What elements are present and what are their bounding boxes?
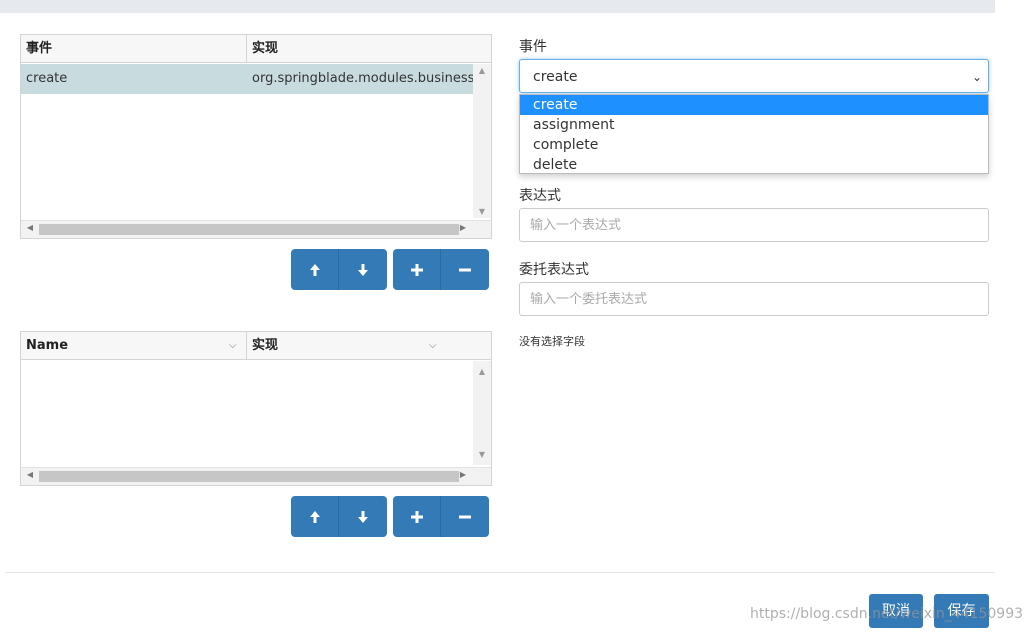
minus-icon [459, 268, 471, 271]
horizontal-scrollbar[interactable]: ◀ ▶ [21, 467, 491, 485]
scroll-up-icon[interactable]: ▲ [473, 367, 491, 376]
dropdown-option-delete[interactable]: delete [520, 155, 988, 175]
move-up-button[interactable] [291, 496, 339, 537]
events-grid-header: 事件 实现 [21, 35, 491, 63]
arrow-down-icon [358, 510, 368, 523]
cancel-button[interactable]: 取消 [869, 594, 923, 628]
scrollbar-thumb[interactable] [39, 471, 459, 482]
move-up-button[interactable] [291, 249, 339, 290]
fields-col-name-label: Name [26, 338, 69, 353]
fields-grid: Name ⌵ 实现 ⌵ ▲ ▼ ◀ ▶ [20, 331, 492, 486]
arrow-up-icon [309, 510, 320, 523]
fields-move-buttons [291, 496, 387, 537]
fields-col-implementation[interactable]: 实现 ⌵ [247, 332, 492, 359]
scroll-down-icon[interactable]: ▼ [473, 450, 491, 459]
event-dropdown-list: create assignment complete delete [519, 94, 989, 174]
no-field-selected-text: 没有选择字段 [519, 335, 585, 348]
arrow-up-icon [309, 263, 320, 276]
minus-icon [459, 515, 471, 518]
save-button[interactable]: 保存 [934, 594, 989, 628]
events-col-event[interactable]: 事件 [21, 35, 247, 62]
top-bar [0, 0, 995, 13]
chevron-down-icon: ⌄ [971, 70, 982, 84]
scroll-right-icon[interactable]: ▶ [454, 223, 472, 232]
event-select[interactable]: create ⌄ [519, 59, 989, 93]
dropdown-option-assignment[interactable]: assignment [520, 115, 988, 135]
fields-grid-header: Name ⌵ 实现 ⌵ [21, 332, 491, 360]
plus-icon [410, 263, 423, 276]
event-cell: create [26, 71, 68, 86]
event-label: 事件 [519, 39, 547, 55]
arrow-down-icon [358, 263, 368, 276]
table-row[interactable]: create org.springblade.modules.business.… [21, 64, 473, 94]
vertical-scrollbar[interactable]: ▲ ▼ [473, 361, 491, 465]
move-down-button[interactable] [339, 249, 387, 290]
move-down-button[interactable] [339, 496, 387, 537]
implementation-cell: org.springblade.modules.business.l... [252, 71, 473, 86]
expression-input[interactable] [519, 208, 989, 242]
delegate-expression-input[interactable] [519, 282, 989, 316]
fields-col-implementation-label: 实现 [252, 338, 279, 353]
fields-col-name[interactable]: Name ⌵ [21, 332, 247, 359]
events-edit-buttons [393, 249, 489, 290]
events-move-buttons [291, 249, 387, 290]
add-button[interactable] [393, 249, 441, 290]
events-grid: 事件 实现 create org.springblade.modules.bus… [20, 34, 492, 239]
scroll-right-icon[interactable]: ▶ [454, 470, 472, 479]
scroll-left-icon[interactable]: ◀ [21, 470, 39, 479]
remove-button[interactable] [441, 249, 489, 290]
dropdown-option-complete[interactable]: complete [520, 135, 988, 155]
add-button[interactable] [393, 496, 441, 537]
expression-label: 表达式 [519, 188, 561, 204]
chevron-down-icon[interactable]: ⌵ [229, 332, 237, 359]
horizontal-scrollbar[interactable]: ◀ ▶ [21, 220, 491, 238]
events-col-implementation[interactable]: 实现 [247, 35, 492, 62]
chevron-down-icon[interactable]: ⌵ [429, 332, 437, 359]
remove-button[interactable] [441, 496, 489, 537]
scroll-down-icon[interactable]: ▼ [473, 207, 491, 216]
fields-edit-buttons [393, 496, 489, 537]
delegate-expression-label: 委托表达式 [519, 262, 589, 278]
plus-icon [410, 510, 423, 523]
vertical-scrollbar[interactable]: ▲ ▼ [473, 64, 491, 218]
event-select-value: create [533, 69, 578, 85]
footer-divider [5, 572, 995, 573]
scrollbar-thumb[interactable] [39, 224, 459, 235]
dropdown-option-create[interactable]: create [520, 95, 988, 115]
scroll-left-icon[interactable]: ◀ [21, 223, 39, 232]
scroll-up-icon[interactable]: ▲ [473, 66, 491, 75]
